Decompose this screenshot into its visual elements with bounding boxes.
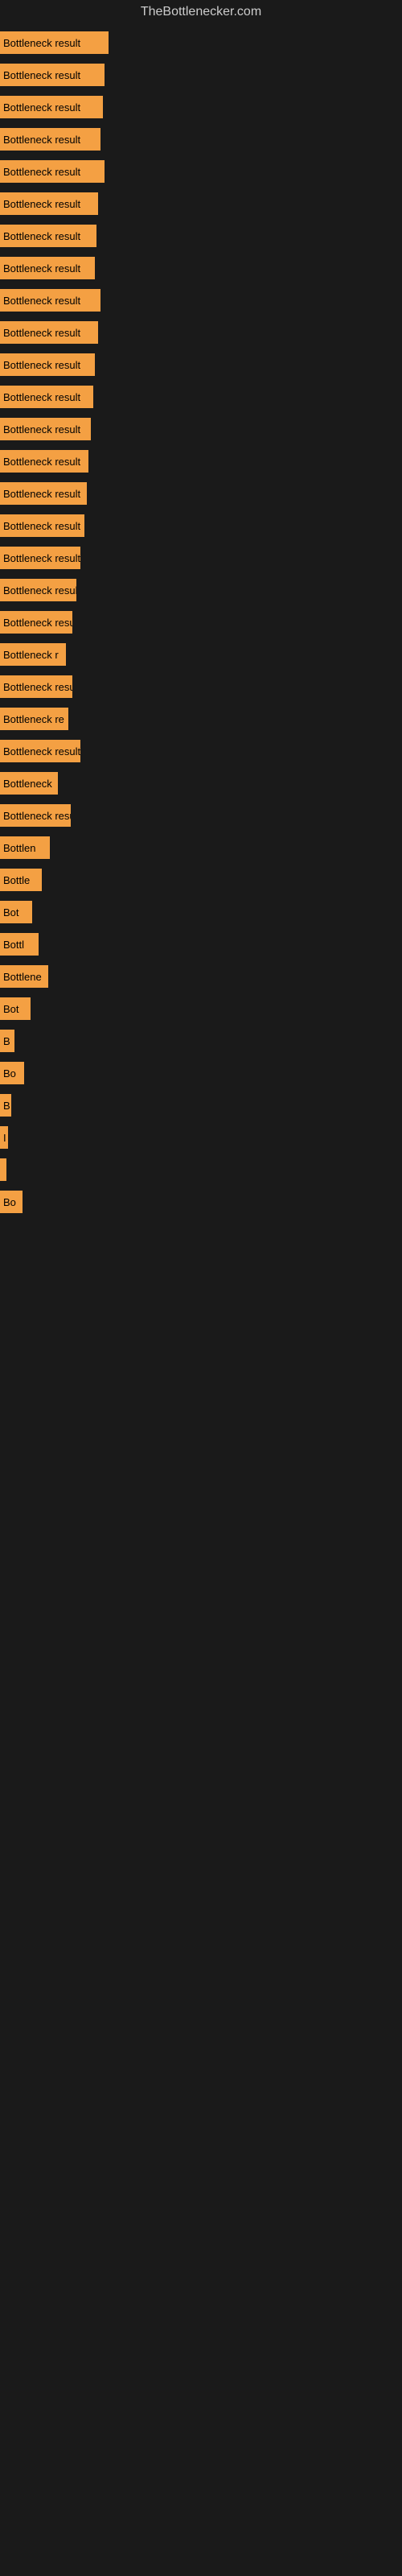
bottleneck-bar: Bottleneck result — [0, 257, 95, 279]
bar-row: Bottleneck result — [0, 188, 402, 219]
bar-row: Bottleneck result — [0, 349, 402, 380]
bottleneck-bar: Bottleneck result — [0, 386, 93, 408]
bar-row: Bo — [0, 1058, 402, 1088]
bottleneck-bar: Bottleneck result — [0, 579, 76, 601]
bar-row: Bottleneck result — [0, 221, 402, 251]
bottleneck-bar: Bottleneck result — [0, 450, 88, 473]
bar-row: Bottleneck resu — [0, 800, 402, 831]
bottleneck-bar: Bottleneck resu — [0, 804, 71, 827]
bar-row — [0, 1154, 402, 1185]
bar-row: Bottleneck result — [0, 285, 402, 316]
bar-row: B — [0, 1026, 402, 1056]
bar-row: Bottleneck resu — [0, 671, 402, 702]
bar-row: Bottleneck result — [0, 382, 402, 412]
bottleneck-bar: B — [0, 1094, 11, 1117]
bottleneck-bar: B — [0, 1030, 14, 1052]
bar-row: Bot — [0, 993, 402, 1024]
bar-row: Bottlen — [0, 832, 402, 863]
bar-row: Bottleneck r — [0, 639, 402, 670]
bars-container: Bottleneck result Bottleneck result Bottle… — [0, 24, 402, 1222]
bottleneck-bar: Bottleneck result — [0, 482, 87, 505]
bar-row: Bottleneck result — [0, 156, 402, 187]
bar-row: Bottleneck result — [0, 92, 402, 122]
bottleneck-bar: Bottlene — [0, 965, 48, 988]
bar-row: Bottleneck result — [0, 478, 402, 509]
bottleneck-bar: Bottlen — [0, 836, 50, 859]
bottleneck-bar: Bottleneck result — [0, 547, 80, 569]
bar-row: Bottle — [0, 865, 402, 895]
bar-row: Bottleneck re — [0, 704, 402, 734]
bottleneck-bar: Bottl — [0, 933, 39, 956]
bottleneck-bar: Bot — [0, 997, 31, 1020]
bottleneck-bar: Bot — [0, 901, 32, 923]
bottleneck-bar: Bottleneck result — [0, 418, 91, 440]
bar-row: Bottleneck result — [0, 60, 402, 90]
bottleneck-bar: Bottleneck result — [0, 192, 98, 215]
bar-row: B — [0, 1090, 402, 1121]
bottleneck-bar: Bottleneck re — [0, 708, 68, 730]
bar-row: Bottleneck result — [0, 446, 402, 477]
bar-row: Bottleneck result — [0, 510, 402, 541]
bar-row: Bottleneck result — [0, 575, 402, 605]
bottleneck-bar: Bottleneck result — [0, 128, 100, 151]
bar-row: Bottleneck result — [0, 414, 402, 444]
bar-row: Bottleneck result — [0, 736, 402, 766]
bottleneck-bar: I — [0, 1126, 8, 1149]
bottleneck-bar: Bottleneck result — [0, 289, 100, 312]
bottleneck-bar: Bottleneck result — [0, 160, 105, 183]
bottleneck-bar: Bo — [0, 1191, 23, 1213]
bar-row: Bottleneck result — [0, 543, 402, 573]
bottleneck-bar: Bottleneck result — [0, 64, 105, 86]
bar-row: Bo — [0, 1187, 402, 1217]
bottleneck-bar: Bottleneck result — [0, 740, 80, 762]
bottleneck-bar: Bottleneck result — [0, 225, 96, 247]
bottleneck-bar: Bottleneck result — [0, 31, 109, 54]
bottleneck-bar: Bottleneck result — [0, 321, 98, 344]
bottleneck-bar — [0, 1158, 6, 1181]
site-title: TheBottlenecker.com — [0, 0, 402, 24]
bar-row: Bottleneck result — [0, 317, 402, 348]
bar-row: Bottleneck resu — [0, 607, 402, 638]
bar-row: Bottleneck — [0, 768, 402, 799]
bottleneck-bar: Bottleneck result — [0, 514, 84, 537]
bottleneck-bar: Bo — [0, 1062, 24, 1084]
bottleneck-bar: Bottleneck result — [0, 96, 103, 118]
bar-row: Bottleneck result — [0, 253, 402, 283]
bottleneck-bar: Bottle — [0, 869, 42, 891]
bar-row: I — [0, 1122, 402, 1153]
bottleneck-bar: Bottleneck r — [0, 643, 66, 666]
bar-row: Bot — [0, 897, 402, 927]
bar-row: Bottlene — [0, 961, 402, 992]
bottleneck-bar: Bottleneck result — [0, 353, 95, 376]
bottleneck-bar: Bottleneck — [0, 772, 58, 795]
bar-row: Bottleneck result — [0, 124, 402, 155]
bar-row: Bottl — [0, 929, 402, 960]
bar-row: Bottleneck result — [0, 27, 402, 58]
bottleneck-bar: Bottleneck resu — [0, 675, 72, 698]
bottleneck-bar: Bottleneck resu — [0, 611, 72, 634]
